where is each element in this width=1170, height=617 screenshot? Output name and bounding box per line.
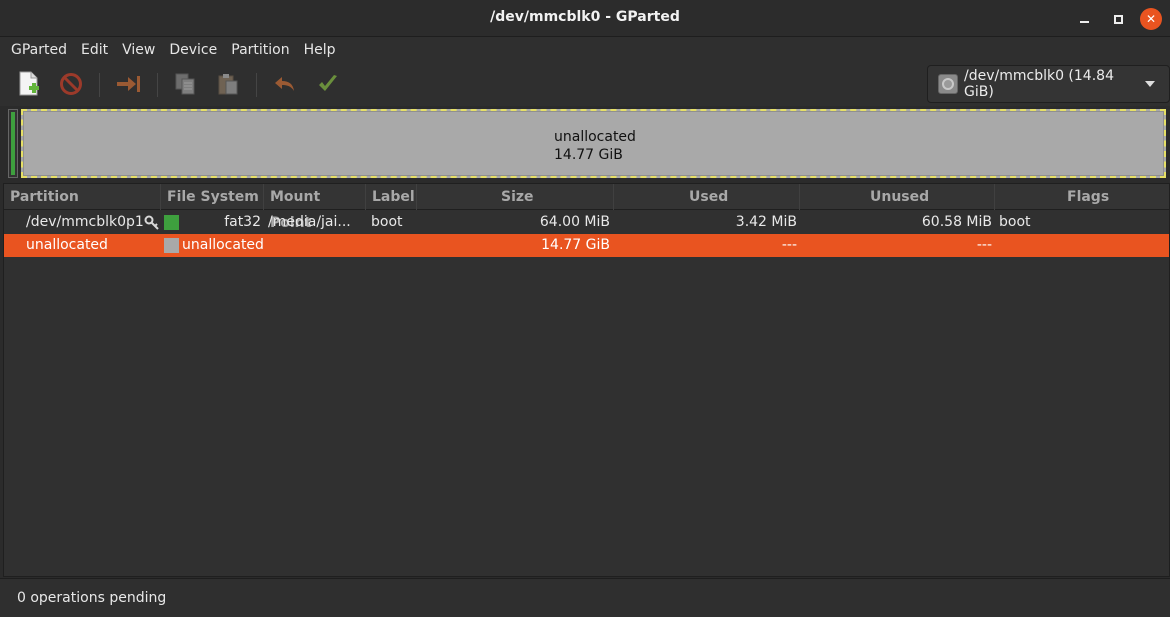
disk-map-unallocated[interactable]: unallocated 14.77 GiB [21,109,1166,178]
cell-mount-point [268,234,363,257]
maximize-button[interactable] [1107,8,1129,30]
delete-icon [60,73,82,95]
fs-color-swatch [164,238,179,253]
partition-table: Partition File System Mount Point Label … [3,183,1170,577]
undo-button[interactable] [270,69,300,99]
column-used[interactable]: Used [614,184,800,210]
undo-icon [275,77,294,91]
operations-pending-status: 0 operations pending [17,590,167,606]
copy-icon [175,73,195,95]
device-selector-label: /dev/mmcblk0 (14.84 GiB) [964,68,1114,100]
disk-map-boot-partition[interactable] [8,109,18,178]
paste-button[interactable] [213,69,243,99]
cell-size: 14.77 GiB [541,237,610,253]
cell-flags: boot [999,214,1031,230]
cell-file-system: fat32 [224,214,261,230]
disk-map-unallocated-label: unallocated [554,129,636,145]
title-bar: /dev/mmcblk0 - GParted ✕ [0,0,1170,37]
close-icon: ✕ [1145,12,1157,26]
minimize-icon [1079,21,1089,23]
cell-partition: unallocated [26,237,108,253]
table-header: Partition File System Mount Point Label … [4,184,1170,231]
menu-bar: GParted Edit View Device Partition Help [0,37,1170,63]
column-label[interactable]: Label [366,184,417,210]
fs-color-swatch [164,215,179,230]
toolbar-separator [256,73,257,97]
new-partition-button[interactable] [14,69,44,99]
toolbar-separator [99,73,100,97]
copy-button[interactable] [170,69,200,99]
menu-gparted[interactable]: GParted [4,37,74,63]
key-icon [144,215,159,230]
cell-used: --- [781,237,797,253]
disk-map: unallocated 14.77 GiB [6,108,1168,179]
cell-flags [999,234,1159,257]
window-title: /dev/mmcblk0 - GParted [490,9,680,25]
apply-button[interactable] [313,69,343,99]
resize-move-button[interactable] [113,69,143,99]
cell-label: boot [371,214,403,230]
minimize-button[interactable] [1073,8,1095,30]
resize-arrow-icon [117,76,140,92]
menu-device[interactable]: Device [162,37,224,63]
menu-view[interactable]: View [115,37,162,63]
paste-icon [218,74,238,95]
checkmark-icon [319,75,337,91]
cell-label [371,234,416,257]
cell-mount-point: /media/jai... [268,214,351,230]
cell-unused: 60.58 MiB [921,214,992,230]
delete-partition-button[interactable] [56,69,86,99]
status-bar: 0 operations pending [0,578,1170,617]
cell-used: 3.42 MiB [735,214,797,230]
cell-size: 64.00 MiB [539,214,610,230]
close-button[interactable]: ✕ [1140,8,1162,30]
chevron-down-icon [1145,81,1155,87]
toolbar-separator [157,73,158,97]
column-unused[interactable]: Unused [800,184,995,210]
menu-help[interactable]: Help [297,37,343,63]
table-row[interactable]: /dev/mmcblk0p1 fat32 /media/jai... boot … [4,211,1169,234]
toolbar: /dev/mmcblk0 (14.84 GiB) [0,63,1170,106]
cell-unused: --- [976,237,992,253]
column-partition[interactable]: Partition [4,184,161,210]
boot-partition-fill [11,112,15,175]
disk-map-unallocated-text: unallocated 14.77 GiB [554,128,636,164]
cell-file-system: unallocated [182,237,264,253]
column-mount-point[interactable]: Mount Point [264,184,366,231]
menu-partition[interactable]: Partition [224,37,296,63]
column-file-system[interactable]: File System [161,184,264,210]
column-size[interactable]: Size [417,184,614,210]
disk-map-unallocated-size: 14.77 GiB [554,147,623,163]
device-selector[interactable]: /dev/mmcblk0 (14.84 GiB) [927,65,1170,103]
column-flags[interactable]: Flags [995,184,1170,210]
table-row-selected[interactable]: unallocated unallocated 14.77 GiB --- --… [4,234,1169,257]
menu-edit[interactable]: Edit [74,37,115,63]
maximize-icon [1113,14,1123,24]
cell-partition: /dev/mmcblk0p1 [26,214,144,230]
new-document-icon [19,71,39,96]
harddisk-icon [938,74,958,94]
